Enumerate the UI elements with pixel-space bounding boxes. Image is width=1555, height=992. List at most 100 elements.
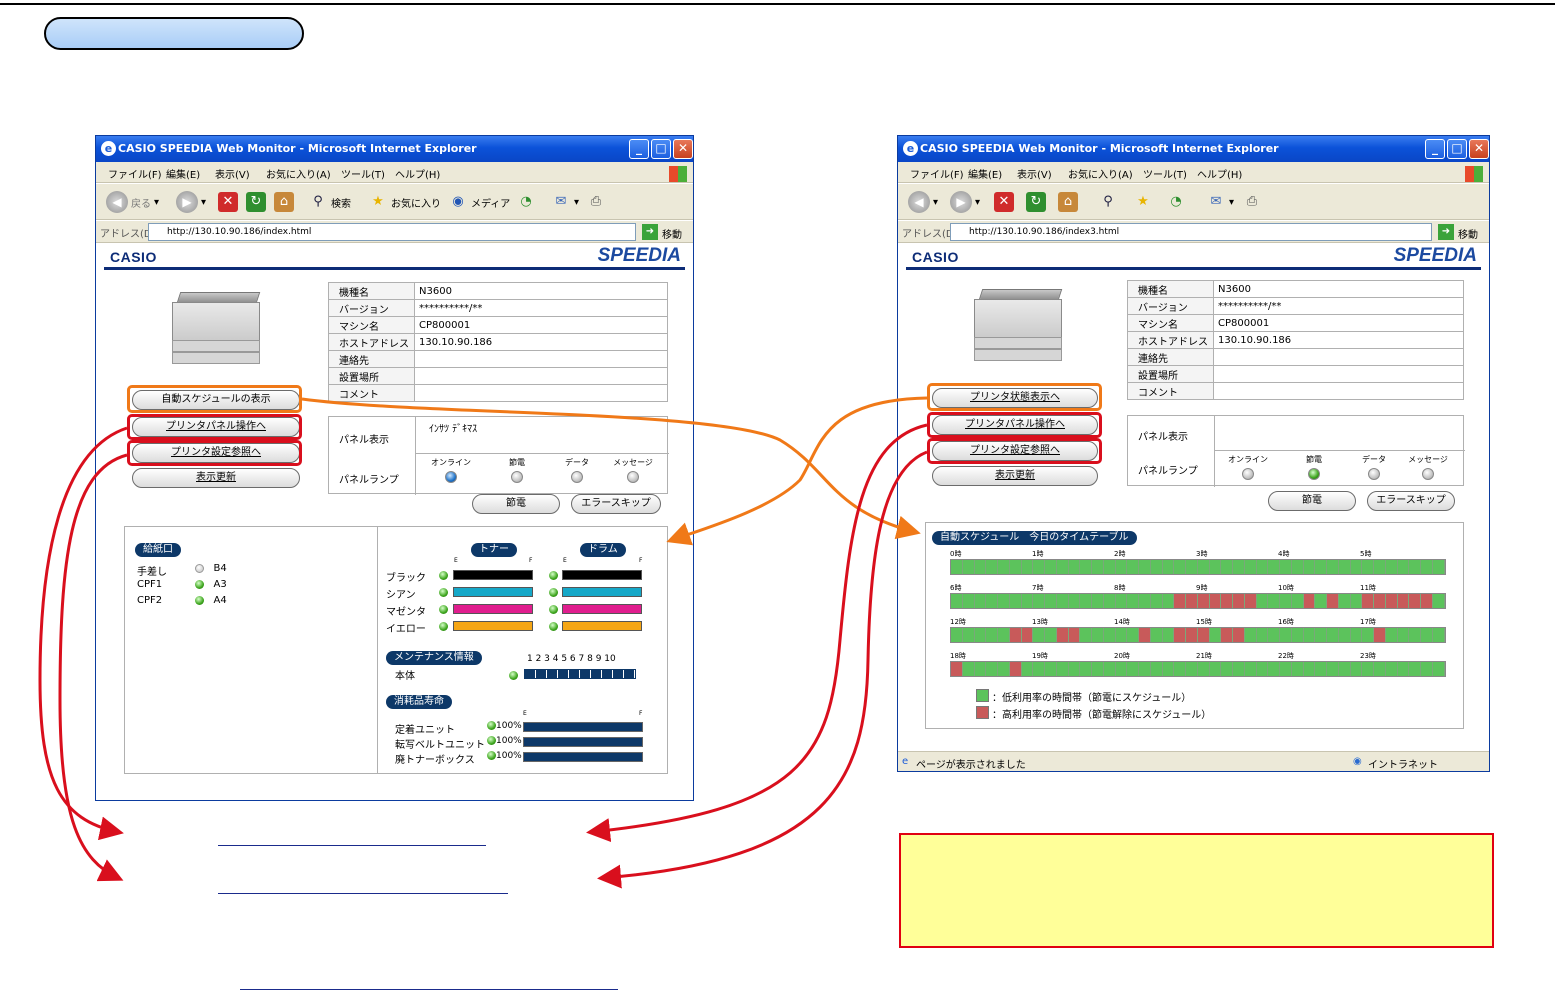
schedule-cell — [1244, 628, 1257, 642]
consumable-row: イエロー — [386, 624, 426, 635]
table-row: 連絡先 — [1127, 348, 1464, 366]
schedule-cell — [1268, 594, 1280, 608]
refresh-button[interactable]: 表示更新 — [932, 466, 1098, 486]
back-button[interactable]: ◀ 戻る ▾ — [106, 189, 159, 215]
schedule-cell — [1021, 594, 1034, 608]
refresh-button[interactable]: 表示更新 — [132, 468, 300, 488]
schedule-cell — [1350, 560, 1363, 574]
maximize-button[interactable]: □ — [1447, 139, 1467, 159]
history-icon[interactable]: ◔ — [516, 192, 536, 212]
life-bar — [523, 752, 643, 762]
search-icon[interactable]: ⚲ — [1098, 192, 1118, 212]
menu-edit[interactable]: 編集(E) — [166, 166, 200, 181]
title-bar[interactable]: e CASIO SPEEDIA Web Monitor - Microsoft … — [96, 136, 693, 162]
table-row: コメント — [328, 384, 668, 402]
history-icon[interactable]: ◔ — [1166, 192, 1186, 212]
search-button[interactable]: ⚲ 検索 — [308, 189, 351, 215]
schedule-cell — [1115, 662, 1128, 676]
menu-tools[interactable]: ツール(T) — [341, 166, 385, 181]
ie-icon: e — [903, 141, 918, 156]
link-underline[interactable] — [240, 989, 618, 990]
print-icon[interactable]: ⎙ — [1242, 192, 1262, 212]
menu-view[interactable]: 表示(V) — [1017, 166, 1052, 181]
schedule-cell — [1385, 560, 1398, 574]
forward-button[interactable]: ▶ ▾ — [176, 189, 206, 215]
go-arrow-icon[interactable]: ➜ — [1438, 224, 1454, 240]
schedule-cell — [1315, 628, 1327, 642]
header-rule — [906, 267, 1481, 270]
menu-file[interactable]: ファイル(F) — [108, 166, 162, 181]
schedule-cell — [1350, 662, 1363, 676]
schedule-cell — [1280, 594, 1292, 608]
paper-row: CPF1 — [137, 579, 163, 590]
menu-bar: ファイル(F) 編集(E) 表示(V) お気に入り(A) ツール(T) ヘルプ(… — [898, 162, 1489, 183]
toner-bar-magenta — [453, 604, 533, 614]
schedule-cell — [1150, 594, 1163, 608]
mail-icon[interactable]: ✉ — [551, 192, 571, 212]
consumable-row: シアン — [386, 590, 416, 601]
schedule-cell — [1374, 560, 1386, 574]
media-button[interactable]: ◉ メディア — [448, 189, 510, 215]
schedule-cell — [1068, 662, 1081, 676]
refresh-icon[interactable]: ↻ — [246, 192, 266, 212]
schedule-cell — [1221, 662, 1233, 676]
schedule-cell — [1033, 628, 1045, 642]
maximize-button[interactable]: □ — [651, 139, 671, 159]
search-icon: ⚲ — [313, 194, 323, 209]
stop-icon[interactable]: ✕ — [218, 192, 238, 212]
home-icon[interactable]: ⌂ — [1058, 192, 1078, 212]
menu-view[interactable]: 表示(V) — [215, 166, 250, 181]
page-content: CASIO SPEEDIA 機種名 N3600 バージョン **********/*… — [898, 244, 1489, 750]
menu-favorites[interactable]: お気に入り(A) — [1068, 166, 1133, 181]
schedule-cell — [1080, 662, 1092, 676]
mail-icon[interactable]: ✉ — [1206, 192, 1226, 212]
star-icon[interactable]: ★ — [1133, 192, 1153, 212]
highlight-panel-button — [127, 414, 302, 440]
refresh-icon[interactable]: ↻ — [1026, 192, 1046, 212]
menu-favorites[interactable]: お気に入り(A) — [266, 166, 331, 181]
schedule-cell — [1209, 662, 1222, 676]
schedule-cell — [951, 628, 963, 642]
go-arrow-icon[interactable]: ➜ — [642, 224, 658, 240]
schedule-cell — [1056, 560, 1069, 574]
minimize-button[interactable]: _ — [629, 139, 649, 159]
address-input[interactable]: http://130.10.90.186/index.html — [148, 223, 636, 241]
menu-help[interactable]: ヘルプ(H) — [1197, 166, 1242, 181]
menu-tools[interactable]: ツール(T) — [1143, 166, 1187, 181]
power-save-button[interactable]: 節電 — [1268, 491, 1356, 511]
back-arrow-icon[interactable]: ◀ — [908, 191, 930, 213]
address-input[interactable]: http://130.10.90.186/index3.html — [950, 223, 1432, 241]
schedule-cell — [1221, 594, 1233, 608]
schedule-cell — [1432, 560, 1445, 574]
error-skip-button[interactable]: エラースキップ — [1367, 491, 1455, 511]
minimize-button[interactable]: _ — [1425, 139, 1445, 159]
legend-low-label: ：低利用率の時間帯（節電にスケジュール） — [992, 693, 1192, 704]
schedule-cell — [1221, 628, 1233, 642]
hour-label: 5時 — [1360, 550, 1372, 558]
close-button[interactable]: ✕ — [1469, 139, 1489, 159]
schedule-cell — [1033, 594, 1045, 608]
close-button[interactable]: ✕ — [673, 139, 693, 159]
power-save-button[interactable]: 節電 — [472, 494, 560, 514]
menu-help[interactable]: ヘルプ(H) — [395, 166, 440, 181]
menu-edit[interactable]: 編集(E) — [968, 166, 1002, 181]
home-icon[interactable]: ⌂ — [274, 192, 294, 212]
link-underline[interactable] — [218, 893, 508, 894]
schedule-cell — [1056, 662, 1069, 676]
menu-file[interactable]: ファイル(F) — [910, 166, 964, 181]
windows-flag-icon — [669, 166, 687, 182]
schedule-cell — [1174, 594, 1186, 608]
schedule-cell — [1338, 628, 1351, 642]
link-underline[interactable] — [218, 845, 486, 846]
stop-icon[interactable]: ✕ — [994, 192, 1014, 212]
error-skip-button[interactable]: エラースキップ — [571, 494, 661, 514]
schedule-cell — [1186, 560, 1198, 574]
go-label[interactable]: 移動 — [662, 226, 682, 241]
title-bar[interactable]: e CASIO SPEEDIA Web Monitor - Microsoft … — [898, 136, 1489, 162]
forward-arrow-icon[interactable]: ▶ — [950, 191, 972, 213]
favorites-button[interactable]: ★ お気に入り — [368, 189, 441, 215]
go-label[interactable]: 移動 — [1458, 226, 1478, 241]
print-icon[interactable]: ⎙ — [586, 192, 606, 212]
schedule-cell — [1409, 662, 1421, 676]
hour-label: 19時 — [1032, 652, 1048, 660]
